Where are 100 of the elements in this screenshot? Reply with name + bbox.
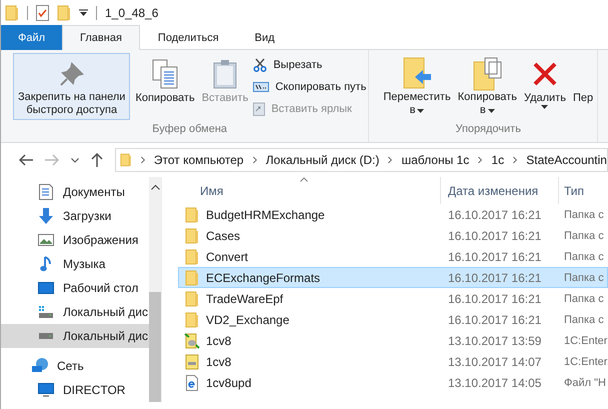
breadcrumb[interactable]: Этот компьютер — [154, 153, 244, 167]
chevron-right-icon — [140, 156, 145, 164]
scrollbar[interactable] — [149, 177, 161, 402]
folder-arrow-icon — [401, 56, 434, 90]
clipboard-icon — [213, 59, 237, 89]
type-cell-text: 1C:Enter — [563, 356, 608, 368]
ribbon-button[interactable]: Пер — [570, 53, 596, 120]
group-label: Буфер обмена — [151, 123, 228, 137]
back-arrow-icon[interactable] — [19, 154, 33, 166]
file-row[interactable]: 1cv8 13.10.2017 14:07 1C:Enter — [178, 351, 608, 372]
file-row[interactable]: TradeWareEpf 16.10.2017 16:21 Папка с — [178, 288, 608, 309]
monitor-icon — [38, 383, 54, 397]
nav-item[interactable]: Музыка — [1, 252, 149, 276]
date-cell-text: 16.10.2017 16:21 — [447, 292, 542, 306]
type-cell-text: Папка с — [563, 314, 604, 326]
ribbon-button[interactable]: Копировать — [133, 53, 197, 120]
pin-icon — [58, 60, 85, 86]
folder-icon — [185, 312, 199, 328]
dropdown-icon[interactable] — [79, 8, 88, 16]
nav-item[interactable]: Загрузки — [1, 204, 149, 228]
up-arrow-icon[interactable] — [91, 153, 103, 167]
chevron-right-icon — [478, 156, 482, 164]
window-title: 1_0_48_6 — [105, 6, 158, 20]
type-cell-text: Папка с — [563, 292, 604, 304]
monitor-icon — [38, 282, 54, 294]
date-cell-text: 16.10.2017 16:21 — [447, 228, 542, 242]
nav-item[interactable]: Сеть — [1, 354, 149, 378]
folder-icon — [5, 4, 19, 20]
ribbon-tab[interactable]: Файл — [1, 25, 62, 50]
type-cell-text: Файл "H — [563, 376, 606, 388]
file-row[interactable]: 1cv8 13.10.2017 13:59 1C:Enter — [178, 330, 608, 351]
chevron-down-icon[interactable] — [71, 158, 79, 162]
address-bar[interactable]: Этот компьютер Локальный диск (D:) шаблоны 1с 1с StateAccountin — [115, 148, 608, 172]
music-note-icon — [40, 256, 52, 272]
folder-icon — [185, 248, 199, 264]
column-header[interactable]: Имя — [178, 177, 440, 204]
chevron-right-icon — [252, 156, 257, 164]
file-row[interactable]: ECExchangeFormats 16.10.2017 16:21 Папка с — [178, 267, 608, 288]
nav-item[interactable]: DIRECTOR — [1, 378, 149, 402]
file-name: BudgetHRMExchange — [206, 208, 325, 222]
column-header[interactable]: Дата изменения — [440, 177, 558, 204]
nav-item[interactable]: Изображения — [1, 228, 149, 252]
file-name: VD2_Exchange — [206, 312, 290, 326]
breadcrumb[interactable]: StateAccountin — [526, 153, 607, 167]
date-cell-text: 16.10.2017 16:21 — [447, 250, 542, 264]
folder-pages-icon — [471, 56, 504, 90]
properties-icon[interactable] — [36, 4, 49, 20]
ribbon-tab[interactable]: Вид — [236, 25, 293, 50]
ribbon-button[interactable]: Закрепить на панели быстрого доступа — [13, 53, 130, 120]
ribbon-button[interactable]: Переместить в — [381, 53, 453, 120]
file-name: 1cv8 — [206, 334, 232, 348]
file-name: Cases — [206, 228, 240, 242]
chevron-right-icon — [513, 156, 518, 164]
ribbon-button[interactable]: Скопировать путь — [253, 77, 366, 96]
date-cell-text: 13.10.2017 14:05 — [447, 376, 542, 390]
path-icon — [253, 80, 270, 92]
folder-icon — [185, 228, 199, 244]
file-row[interactable]: Convert 16.10.2017 16:21 Папка с — [178, 246, 608, 267]
file-row[interactable]: Cases 16.10.2017 16:21 Папка с — [178, 225, 608, 246]
copy-icon — [152, 59, 178, 89]
ribbon-button[interactable]: Копировать в — [456, 53, 519, 120]
scroll-up-icon[interactable] — [150, 184, 160, 190]
nav-item[interactable]: Документы — [1, 180, 149, 204]
scissors-icon — [253, 58, 268, 72]
type-cell-text: 1C:Enter — [563, 334, 608, 346]
date-cell-text: 13.10.2017 14:07 — [447, 354, 542, 368]
ribbon-tab[interactable]: Главная — [62, 25, 140, 50]
nav-item[interactable]: Рабочий стол — [1, 276, 149, 300]
globe-monitor-icon — [31, 358, 49, 374]
date-cell-text: 16.10.2017 16:21 — [447, 208, 542, 222]
type-cell-text: Папка с — [563, 230, 604, 242]
drive-icon — [38, 333, 54, 339]
file-name: 1cv8 — [206, 354, 232, 368]
column-header[interactable]: Тип — [558, 177, 584, 204]
ribbon-button[interactable]: Вырезать — [253, 55, 366, 74]
drive-icon — [38, 305, 54, 319]
folder-icon — [185, 206, 199, 222]
folder-icon — [185, 290, 199, 306]
down-arrow-icon — [38, 208, 54, 224]
file-row[interactable]: VD2_Exchange 16.10.2017 16:21 Папка с — [178, 309, 608, 330]
date-cell-text: 13.10.2017 13:59 — [447, 334, 542, 348]
breadcrumb[interactable]: Локальный диск (D:) — [266, 153, 380, 167]
file-row[interactable]: 1cv8upd 13.10.2017 14:05 Файл "H — [178, 372, 608, 393]
ribbon-tab[interactable]: Поделиться — [140, 25, 237, 50]
file-name: 1cv8upd — [206, 376, 252, 390]
config-file-icon — [184, 332, 200, 348]
delete-icon — [532, 61, 558, 87]
file-icon — [185, 354, 199, 370]
breadcrumb[interactable]: шаблоны 1с — [402, 153, 470, 167]
scroll-thumb[interactable] — [149, 292, 161, 402]
nav-item[interactable]: Локальный дис — [1, 324, 149, 348]
picture-icon — [38, 234, 54, 246]
nav-item[interactable]: Локальный дис — [1, 300, 149, 324]
file-name: TradeWareEpf — [206, 292, 284, 306]
ribbon-button[interactable]: Удалить — [522, 53, 568, 120]
web-file-icon — [186, 374, 198, 390]
folder-icon — [120, 152, 132, 168]
file-row[interactable]: BudgetHRMExchange 16.10.2017 16:21 Папка с — [178, 204, 608, 225]
breadcrumb[interactable]: 1с — [491, 153, 504, 167]
date-cell-text: 16.10.2017 16:21 — [447, 312, 542, 326]
